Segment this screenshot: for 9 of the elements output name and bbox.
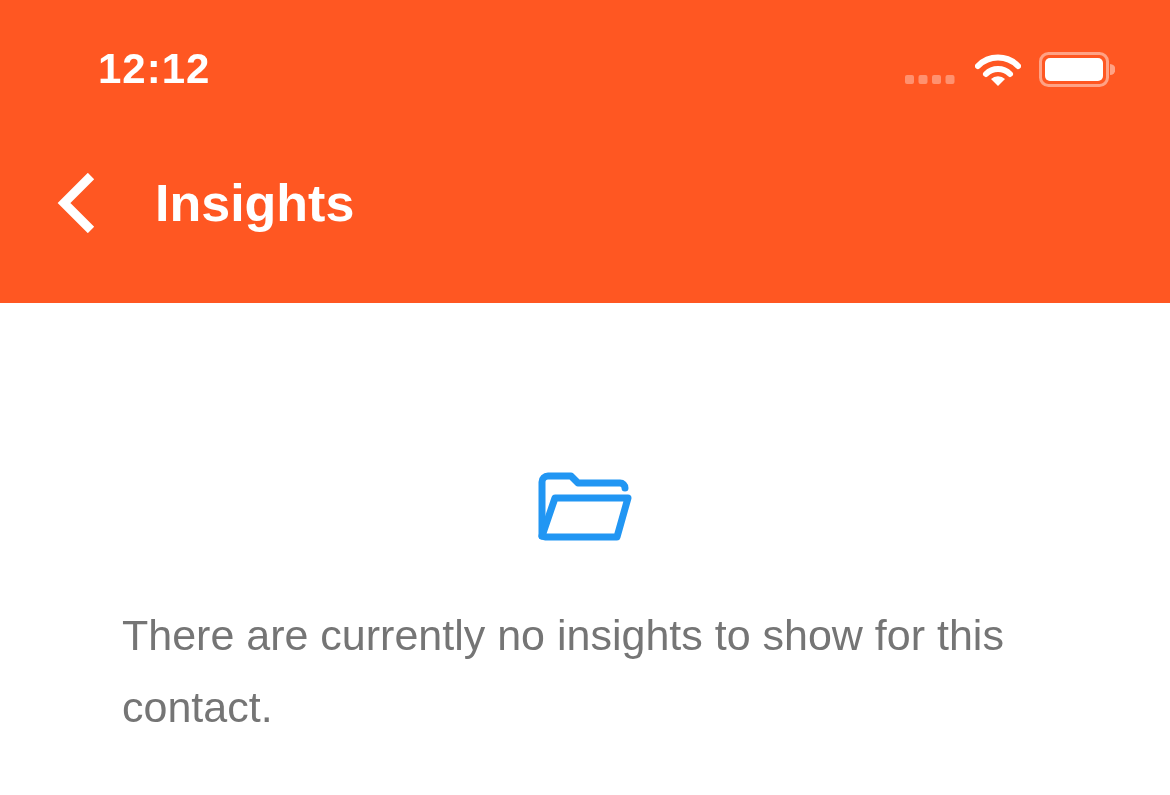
back-button[interactable] [57,173,95,233]
back-chevron-icon [57,173,95,233]
page-title: Insights [155,173,355,234]
wifi-icon [975,52,1021,86]
status-time: 12:12 [98,45,211,93]
battery-icon [1039,51,1115,87]
empty-state-message: There are currently no insights to show for this contact. [122,610,1005,733]
folder-icon [538,471,632,542]
signal-dots-icon [905,75,955,85]
